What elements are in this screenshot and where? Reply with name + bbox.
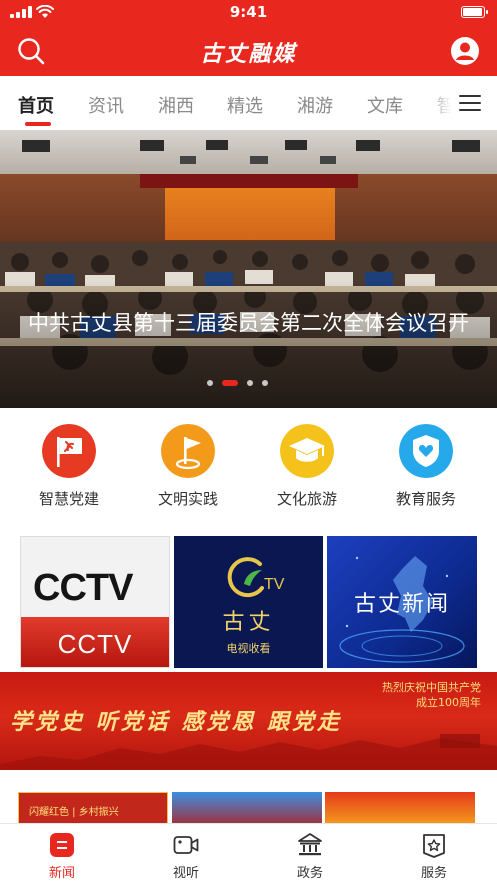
carousel-dots (0, 380, 497, 388)
channel-tabs: 首页 资讯 湘西 精选 湘游 文库 智 (0, 76, 497, 130)
channel-guzhang-tv[interactable]: TV 古丈 电视收看 (174, 536, 323, 668)
service-label: 教育服务 (395, 490, 456, 508)
graduation-cap-icon (280, 424, 334, 478)
bottom-tab-service[interactable]: 服务 (372, 824, 496, 883)
guzhang-tv-logo-icon (227, 557, 264, 598)
bottom-tab-news[interactable]: 新闻 (0, 824, 124, 883)
bottom-tab-bar: 新闻 视听 政务 服务 (0, 823, 497, 883)
carousel-dot-active[interactable] (222, 380, 238, 386)
channel-cctv[interactable]: CCTV CCTV (20, 536, 170, 668)
cctv-logo: CCTV (33, 567, 133, 609)
carousel-dot[interactable] (262, 380, 268, 386)
service-culture-tourism[interactable]: 文化旅游 (247, 424, 367, 514)
tab-featured[interactable]: 精选 (227, 92, 263, 118)
carousel-dot[interactable] (247, 380, 253, 386)
great-wall-graphic (0, 734, 497, 770)
active-tab-indicator (25, 122, 51, 126)
user-circle-icon[interactable] (450, 36, 480, 66)
status-bar: 9:41 (0, 0, 497, 24)
bottom-tab-government[interactable]: 政务 (248, 824, 372, 883)
app-header: 9:41 古丈融媒 (0, 0, 497, 76)
guzhang-tv-mark: TV (264, 576, 285, 593)
bottom-tab-video[interactable]: 视听 (124, 824, 248, 883)
ceiling-lights (22, 140, 480, 164)
service-label: 智慧党建 (38, 490, 99, 508)
guzhang-tv-name: 古丈 (222, 610, 275, 635)
flag-target-icon (161, 424, 215, 478)
tab-news[interactable]: 资讯 (88, 92, 124, 118)
government-building-icon (298, 833, 322, 856)
status-time: 9:41 (229, 3, 268, 21)
tab-home[interactable]: 首页 (18, 92, 54, 118)
news-icon (50, 833, 74, 857)
service-civilization[interactable]: 文明实践 (128, 424, 248, 514)
app-logo: 古丈融媒 (200, 41, 297, 67)
hero-carousel[interactable]: 中共古丈县第十三届委员会第二次全体会议召开 (0, 130, 497, 408)
tab-travel[interactable]: 湘游 (297, 92, 333, 118)
service-star-icon (423, 834, 445, 858)
heart-shield-icon (399, 424, 453, 478)
party-flag-icon (42, 424, 96, 478)
party-slogan: 学党史 听党话 感党恩 跟党走 (10, 709, 342, 735)
feature-card-text: 闪耀红色 | 乡村振兴 (29, 807, 119, 818)
service-label: 文明实践 (157, 490, 218, 508)
channel-guzhang-news[interactable]: 古丈新闻 (327, 536, 477, 668)
service-smart-party[interactable]: 智慧党建 (9, 424, 129, 514)
stage-backdrop (165, 188, 335, 240)
menu-icon[interactable] (459, 94, 481, 112)
carousel-dot[interactable] (207, 380, 213, 386)
guzhang-tv-subtitle: 电视收看 (226, 642, 271, 655)
battery-icon (461, 6, 488, 18)
party-anniversary-note: 热烈庆祝中国共产党 成立100周年 (382, 681, 481, 709)
hero-caption[interactable]: 中共古丈县第十三届委员会第二次全体会议召开 (28, 308, 473, 339)
cctv-label: CCTV (57, 629, 133, 659)
tab-library[interactable]: 文库 (367, 92, 403, 118)
guzhang-news-title: 古丈新闻 (353, 592, 450, 617)
video-icon (173, 836, 199, 854)
service-label: 文化旅游 (276, 490, 337, 508)
party-history-banner[interactable]: 热烈庆祝中国共产党 成立100周年 学党史 听党话 感党恩 跟党走 (0, 672, 497, 770)
tab-xiangxi[interactable]: 湘西 (158, 92, 194, 118)
service-education[interactable]: 教育服务 (366, 424, 486, 514)
